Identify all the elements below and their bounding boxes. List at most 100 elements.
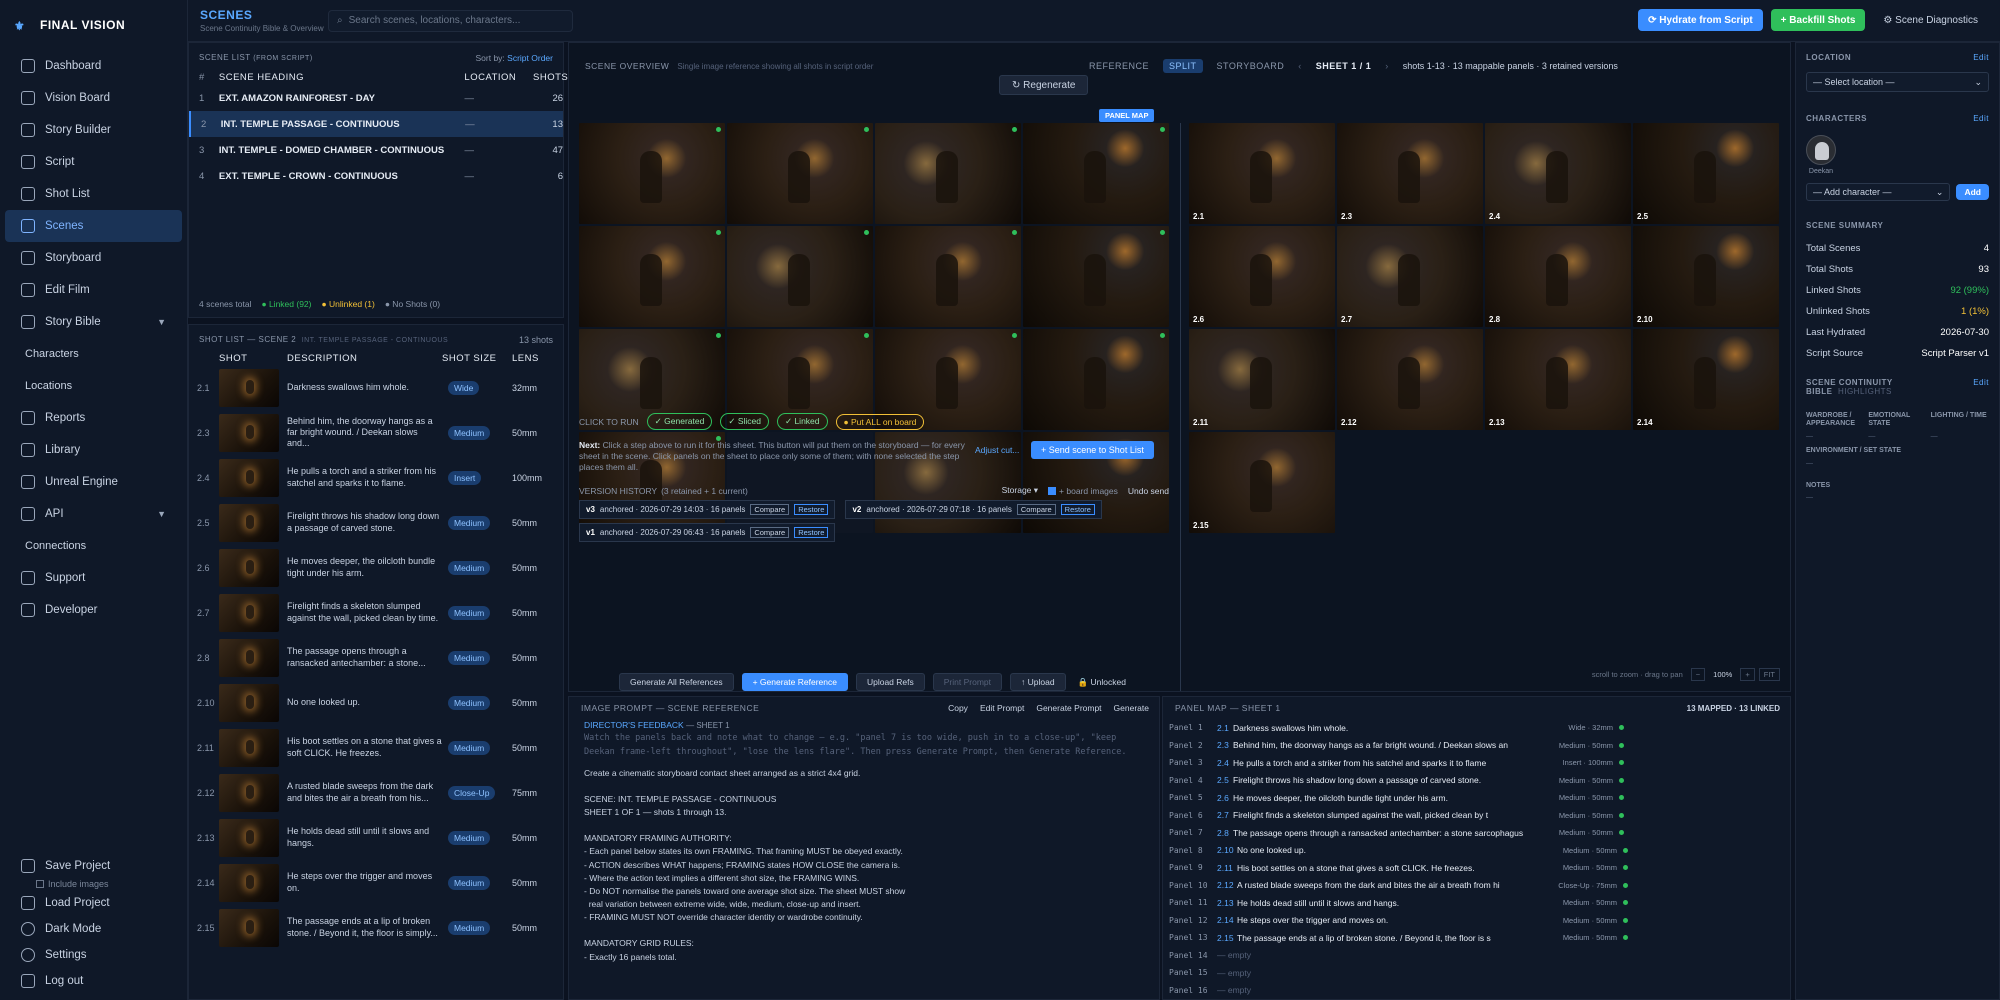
lighting-value[interactable]: — <box>1931 433 1989 441</box>
reference-panel[interactable] <box>875 123 1021 224</box>
shot-thumbnail[interactable] <box>219 458 279 497</box>
generated-step[interactable]: ✓ Generated <box>646 413 713 430</box>
shot-row[interactable]: 2.8 The passage opens through a ransacked… <box>189 635 563 680</box>
hydrate-from-script-button[interactable]: ⟳ Hydrate from Script <box>1638 9 1763 31</box>
compare-button[interactable]: Compare <box>750 504 790 516</box>
shot-row[interactable]: 2.4 He pulls a torch and a striker from h… <box>189 455 563 500</box>
adjust-cut-link[interactable]: Adjust cut... <box>975 445 1019 455</box>
generate-button[interactable]: Generate <box>1114 703 1149 713</box>
panel-map-row[interactable]: Panel 5 2.6 He moves deeper, the oilcloth … <box>1169 789 1769 807</box>
sidebar-item-support[interactable]: Support <box>5 562 182 594</box>
sidebar-item-dashboard[interactable]: Dashboard <box>5 50 182 82</box>
panel-map-row[interactable]: Panel 8 2.10 No one looked up. Medium · 50m… <box>1169 842 1769 860</box>
reference-panel[interactable] <box>1023 123 1169 224</box>
panel-map-row[interactable]: Panel 16 — empty <box>1169 982 1769 1000</box>
restore-button[interactable]: Restore <box>794 504 829 516</box>
shot-size-badge[interactable]: Close-Up <box>448 785 496 800</box>
send-to-shot-list-button[interactable]: + Send scene to Shot List <box>1031 441 1154 459</box>
sidebar-item-unreal-engine[interactable]: Unreal Engine <box>5 466 182 498</box>
shot-size-badge[interactable]: Wide <box>448 380 480 395</box>
reference-panel[interactable] <box>1023 226 1169 327</box>
zoom-fit-button[interactable]: FIT <box>1758 668 1780 681</box>
panel-map-row[interactable]: Panel 1 2.1 Darkness swallows him whole. Wi… <box>1169 719 1769 737</box>
shot-row[interactable]: 2.13 He holds dead still until it slows a… <box>189 815 563 860</box>
shot-thumbnail[interactable] <box>219 593 279 632</box>
settings-button[interactable]: Settings <box>5 942 183 968</box>
shot-thumbnail[interactable] <box>219 548 279 587</box>
next-sheet-icon[interactable]: › <box>1385 61 1389 71</box>
bible-edit-link[interactable]: Edit <box>1973 378 1989 396</box>
backfill-shots-button[interactable]: + Backfill Shots <box>1770 9 1866 31</box>
tab-reference[interactable]: REFERENCE <box>1089 61 1149 71</box>
include-images-toggle[interactable]: Include images <box>0 878 188 890</box>
sidebar-item-connections[interactable]: Connections <box>0 530 187 562</box>
lock-toggle[interactable]: 🔒 Unlocked <box>1074 677 1126 688</box>
version-v1[interactable]: v1 anchored · 2026-07-29 06:43 · 16 panel… <box>579 523 836 543</box>
compare-button[interactable]: Compare <box>750 527 790 539</box>
shot-thumbnail[interactable] <box>219 773 279 812</box>
tab-split[interactable]: SPLIT <box>1163 59 1203 73</box>
tab-storyboard[interactable]: STORYBOARD <box>1217 61 1285 71</box>
put-all-on-board-step[interactable]: ● Put ALL on board <box>835 413 925 430</box>
shot-thumbnail[interactable] <box>219 638 279 677</box>
print-prompt-button[interactable]: Print Prompt <box>932 673 1002 691</box>
linked-step[interactable]: ✓ Linked <box>776 413 828 430</box>
generate-prompt-button[interactable]: Generate Prompt <box>1036 703 1101 713</box>
panel-map-row[interactable]: Panel 3 2.4 He pulls a torch and a striker… <box>1169 754 1769 772</box>
zoom-out-button[interactable]: − <box>1690 668 1706 681</box>
panel-map-row[interactable]: Panel 11 2.13 He holds dead still until it… <box>1169 894 1769 912</box>
storyboard-sheet[interactable]: 2.1 2.3 2.4 2.5 2.6 2.7 2.8 2.10 2.11 2.12 2.13 2.1… <box>1189 123 1779 533</box>
storyboard-panel[interactable]: 2.14 <box>1633 329 1779 430</box>
shot-size-badge[interactable]: Medium <box>448 560 491 575</box>
compare-button[interactable]: Compare <box>1016 504 1056 516</box>
panel-map-row[interactable]: Panel 7 2.8 The passage opens through a ra… <box>1169 824 1769 842</box>
shot-row[interactable]: 2.5 Firelight throws his shadow long down… <box>189 500 563 545</box>
shot-thumbnail[interactable] <box>219 818 279 857</box>
storyboard-panel[interactable]: 2.15 <box>1189 432 1335 533</box>
storage-dropdown[interactable]: Storage ▾ <box>1002 485 1038 496</box>
storyboard-panel[interactable]: 2.1 <box>1189 123 1335 224</box>
shot-size-badge[interactable]: Medium <box>448 650 491 665</box>
shot-row[interactable]: 2.6 He moves deeper, the oilcloth bundle … <box>189 545 563 590</box>
shot-size-badge[interactable]: Medium <box>448 515 491 530</box>
shot-size-badge[interactable]: Medium <box>448 740 491 755</box>
shot-row[interactable]: 2.7 Firelight finds a skeleton slumped ag… <box>189 590 563 635</box>
shot-thumbnail[interactable] <box>219 683 279 722</box>
scene-row[interactable]: 1 EXT. AMAZON RAINFOREST - DAY — 26 <box>189 85 563 111</box>
sidebar-item-characters[interactable]: Characters <box>0 338 187 370</box>
shot-row[interactable]: 2.3 Behind him, the doorway hangs as a fa… <box>189 410 563 455</box>
shot-thumbnail[interactable] <box>219 368 279 407</box>
sidebar-item-storyboard[interactable]: Storyboard <box>5 242 182 274</box>
reference-panel[interactable] <box>579 226 725 327</box>
panel-map-row[interactable]: Panel 14 — empty <box>1169 947 1769 965</box>
prev-sheet-icon[interactable]: ‹ <box>1298 61 1302 71</box>
location-edit-link[interactable]: Edit <box>1973 53 1989 62</box>
wardrobe-value[interactable]: — <box>1806 433 1864 441</box>
shot-row[interactable]: 2.15 The passage ends at a lip of broken … <box>189 905 563 950</box>
shot-thumbnail[interactable] <box>219 908 279 947</box>
reference-panel[interactable] <box>875 226 1021 327</box>
panel-map-row[interactable]: Panel 9 2.11 His boot settles on a stone t… <box>1169 859 1769 877</box>
characters-edit-link[interactable]: Edit <box>1973 114 1989 123</box>
shot-size-badge[interactable]: Medium <box>448 875 491 890</box>
sidebar-item-reports[interactable]: Reports <box>5 402 182 434</box>
version-v2[interactable]: v2 anchored · 2026-07-29 07:18 · 16 panel… <box>845 500 1102 520</box>
sidebar-item-story-bible[interactable]: Story Bible ▼ <box>5 306 182 338</box>
upload-button[interactable]: ↑ Upload <box>1010 673 1066 691</box>
storyboard-panel[interactable]: 2.5 <box>1633 123 1779 224</box>
shot-row[interactable]: 2.1 Darkness swallows him whole. Wide 32mm <box>189 365 563 410</box>
shot-size-badge[interactable]: Medium <box>448 830 491 845</box>
notes-value[interactable]: — <box>1806 494 1989 502</box>
upload-refs-button[interactable]: Upload Refs <box>855 673 925 691</box>
sidebar-item-scenes[interactable]: Scenes <box>5 210 182 242</box>
panel-map-row[interactable]: Panel 6 2.7 Firelight finds a skeleton slu… <box>1169 807 1769 825</box>
shot-size-badge[interactable]: Medium <box>448 605 491 620</box>
dark-mode-toggle[interactable]: Dark Mode <box>5 916 183 942</box>
panel-map-row[interactable]: Panel 13 2.15 The passage ends at a lip of… <box>1169 929 1769 947</box>
regenerate-button[interactable]: ↻ Regenerate <box>999 75 1089 95</box>
storyboard-panel[interactable]: 2.11 <box>1189 329 1335 430</box>
character-card[interactable]: Deekan <box>1796 123 1846 175</box>
shot-row[interactable]: 2.14 He steps over the trigger and moves … <box>189 860 563 905</box>
storyboard-panel[interactable]: 2.3 <box>1337 123 1483 224</box>
undo-send-button[interactable]: Undo send <box>1128 486 1169 496</box>
